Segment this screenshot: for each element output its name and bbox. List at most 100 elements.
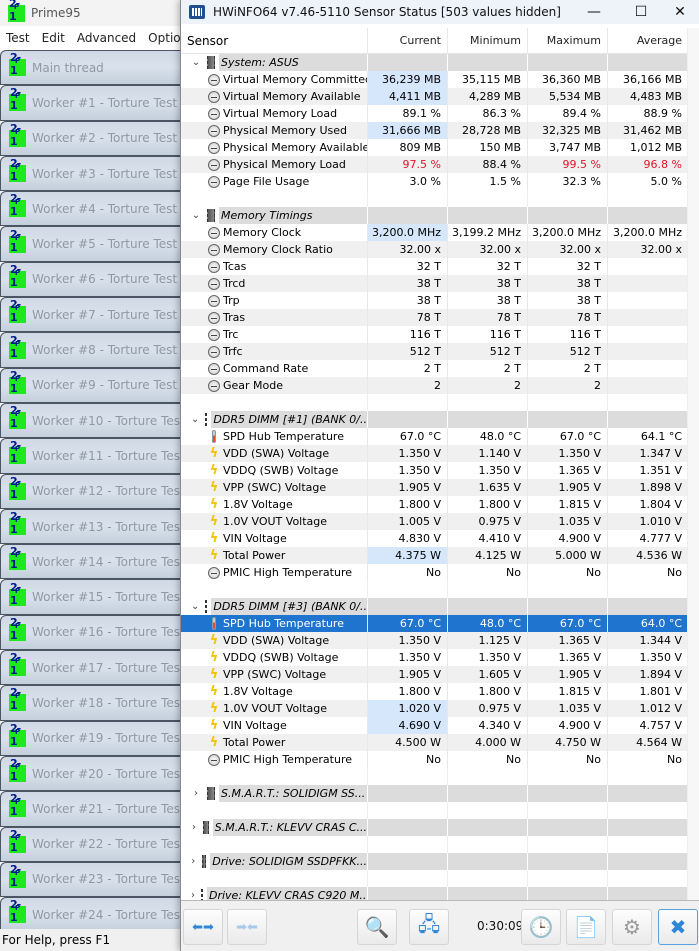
worker-window-20[interactable]: P 2-1 Worker #20 - Torture Test (0, 755, 184, 792)
sensor-row[interactable]: ϟ VIN Voltage 4.830 V 4.410 V 4.900 V 4.777 V (181, 530, 688, 547)
sensor-row[interactable]: Trcd 38 T 38 T 38 T (181, 275, 688, 292)
sensor-row[interactable]: Page File Usage 3.0 % 1.5 % 32.3 % 5.0 % (181, 173, 688, 190)
worker-window-9[interactable]: P 2-1 Worker #9 - Torture Test (0, 367, 184, 403)
sensor-row[interactable]: ϟ VIN Voltage 4.690 V 4.340 V 4.900 V 4.757 V (181, 717, 688, 734)
worker-window-8[interactable]: P 2-1 Worker #8 - Torture Test (0, 332, 184, 368)
sensor-row[interactable]: Trfc 512 T 512 T 512 T (181, 343, 688, 360)
sensor-row[interactable]: Tras 78 T 78 T 78 T (181, 309, 688, 326)
sensor-row[interactable]: ϟ 1.0V VOUT Voltage 1.020 V 0.975 V 1.035 V1… (181, 700, 688, 717)
sensor-row[interactable]: PMIC High Temperature No No No No (181, 751, 688, 768)
sensor-row[interactable]: Memory Clock 3,200.0 MHz 3,199.2 MHz 3,200.… (181, 224, 688, 241)
gauge-icon (208, 226, 220, 239)
sensor-group-header[interactable]: › S.M.A.R.T.: KLEVV CRAS C... (181, 819, 688, 836)
sensor-search-button[interactable]: 🔍 (357, 909, 397, 945)
minimize-button[interactable]: — (574, 0, 614, 24)
worker-window-11[interactable]: P 2-1 Worker #11 - Torture Test (0, 438, 184, 474)
worker-window-17[interactable]: P 2-1 Worker #17 - Torture Test (0, 650, 184, 686)
menu-test[interactable]: Test (0, 31, 36, 45)
chevron-down-icon[interactable]: ⌄ (191, 57, 201, 68)
sensor-row[interactable]: PMIC High Temperature No No No No (181, 564, 688, 581)
settings-button[interactable]: ⚙ (612, 909, 652, 945)
chevron-down-icon[interactable]: ⌄ (191, 601, 199, 612)
chevron-right-icon[interactable]: › (191, 890, 195, 900)
sensor-group-header[interactable]: ⌄ System: ASUS (181, 54, 688, 71)
worker-window-10[interactable]: P 2-1 Worker #10 - Torture Test (0, 402, 184, 439)
elapsed-timer: 0:30:09 (477, 919, 524, 933)
sensor-row[interactable]: ϟ Total Power 4.500 W 4.000 W 4.750 W 4.564 W (181, 734, 688, 751)
close-button[interactable]: ✕ (660, 0, 699, 24)
sensor-row[interactable]: Memory Clock Ratio 32.00 x 32.00 x 32.00 x3… (181, 241, 688, 258)
worker-window-5[interactable]: P 2-1 Worker #5 - Torture Test (0, 226, 184, 262)
sensor-row[interactable]: ϟ 1.8V Voltage 1.800 V 1.800 V 1.815 V 1.804 … (181, 496, 688, 513)
sensor-row[interactable]: Gear Mode 2 2 2 (181, 377, 688, 394)
sensor-group-header[interactable]: › Drive: KLEVV CRAS C920 M... (181, 887, 688, 900)
worker-window-2[interactable]: P 2-1 Worker #2 - Torture Test (0, 120, 184, 156)
column-header-maximum[interactable]: Maximum (527, 28, 607, 53)
sensor-row[interactable]: Virtual Memory Available 4,411 MB 4,289 MB… (181, 88, 688, 105)
sensor-group-header[interactable]: ⌄ DDR5 DIMM [#1] (BANK 0/... (181, 411, 688, 428)
sensor-name: PMIC High Temperature (223, 753, 353, 766)
sensor-group-header[interactable]: › Drive: SOLIDIGM SSDPFKK... (181, 853, 688, 870)
worker-window-6[interactable]: P 2-1 Worker #6 - Torture Test (0, 261, 184, 298)
column-header-sensor[interactable]: Sensor (181, 28, 367, 53)
sensor-row[interactable]: ϟ VPP (SWC) Voltage 1.905 V 1.635 V 1.905 V1… (181, 479, 688, 496)
worker-window-14[interactable]: P 2-1 Worker #14 - Torture Test (0, 544, 184, 580)
worker-window-13[interactable]: P 2-1 Worker #13 - Torture Test (0, 508, 184, 545)
sensor-row[interactable]: Command Rate 2 T2 T2 T (181, 360, 688, 377)
clock-reset-button[interactable]: 🕒 (521, 909, 561, 945)
worker-window-21[interactable]: P 2-1 Worker #21 - Torture Test (0, 791, 184, 827)
chevron-down-icon[interactable]: ⌄ (191, 210, 201, 221)
sensor-row[interactable]: Physical Memory Used 31,666 MB 28,728 MB 32… (181, 122, 688, 139)
sensor-row[interactable]: ϟ VDD (SWA) Voltage 1.350 V 1.125 V 1.365 V1… (181, 632, 688, 649)
worker-window-23[interactable]: P 2-1 Worker #23 - Torture Test (0, 861, 184, 898)
sensor-row[interactable]: Tcas 32 T 32 T 32 T (181, 258, 688, 275)
sensor-row[interactable]: Virtual Memory Load 89.1 % 86.3 % 89.4 % 88.… (181, 105, 688, 122)
worker-window-7[interactable]: P 2-1 Worker #7 - Torture Test (0, 297, 184, 333)
sensor-group-header[interactable]: ⌄ DDR5 DIMM [#3] (BANK 0/... (181, 598, 688, 615)
worker-window-22[interactable]: P 2-1 Worker #22 - Torture Test (0, 826, 184, 862)
worker-window-16[interactable]: P 2-1 Worker #16 - Torture Test (0, 614, 184, 651)
sensor-row[interactable]: ϟ 1.8V Voltage 1.800 V 1.800 V 1.815 V 1.801 … (181, 683, 688, 700)
worker-window-12[interactable]: P 2-1 Worker #12 - Torture Test (0, 473, 184, 509)
vertical-scrollbar[interactable] (687, 28, 699, 900)
worker-window-main-thread[interactable]: P 2-1 Main thread (0, 50, 184, 86)
worker-window-1[interactable]: P 2-1 Worker #1 - Torture Test (0, 85, 184, 121)
column-header-average[interactable]: Average (607, 28, 688, 53)
sensor-row[interactable]: Physical Memory Available 809 MB 150 MB 3,7… (181, 139, 688, 156)
worker-window-15[interactable]: P 2-1 Worker #15 - Torture Test (0, 579, 184, 615)
worker-window-18[interactable]: P 2-1 Worker #18 - Torture Test (0, 685, 184, 721)
sensor-row[interactable]: Virtual Memory Committed 36,239 MB 35,115 … (181, 71, 688, 88)
value-maximum: 38 T (527, 292, 607, 309)
worker-window-19[interactable]: P 2-1 Worker #19 - Torture Test (0, 720, 184, 756)
sensor-row[interactable]: SPD Hub Temperature 67.0 °C 48.0 °C 67.0 °C… (181, 615, 688, 632)
menu-edit[interactable]: Edit (36, 31, 71, 45)
column-header-current[interactable]: Current (367, 28, 447, 53)
log-file-button[interactable]: 📄 (566, 909, 606, 945)
close-sensors-button[interactable]: ✖ (658, 909, 698, 945)
sensor-row[interactable]: ϟ VDDQ (SWB) Voltage 1.350 V 1.350 V 1.365 V… (181, 649, 688, 666)
sensor-row[interactable]: SPD Hub Temperature 67.0 °C 48.0 °C 67.0 °C… (181, 428, 688, 445)
worker-window-4[interactable]: P 2-1 Worker #4 - Torture Test (0, 191, 184, 227)
menu-advanced[interactable]: Advanced (71, 31, 142, 45)
chevron-right-icon[interactable]: › (191, 856, 196, 867)
sensor-group-header[interactable]: ⌄ Memory Timings (181, 207, 688, 224)
maximize-button[interactable]: ☐ (621, 0, 661, 24)
network-button[interactable]: 🖧 (409, 909, 449, 945)
sensor-row[interactable]: ϟ Total Power 4.375 W 4.125 W 5.000 W 4.536 W (181, 547, 688, 564)
sensor-group-header[interactable]: › S.M.A.R.T.: SOLIDIGM SS... (181, 785, 688, 802)
sensor-row[interactable]: Trp 38 T 38 T 38 T (181, 292, 688, 309)
worker-window-3[interactable]: P 2-1 Worker #3 - Torture Test (0, 155, 184, 192)
chevron-right-icon[interactable]: › (191, 822, 197, 833)
sensor-row[interactable]: ϟ VDDQ (SWB) Voltage 1.350 V 1.350 V 1.365 V… (181, 462, 688, 479)
sensor-row[interactable]: Trc 116 T 116 T 116 T (181, 326, 688, 343)
chevron-down-icon[interactable]: ⌄ (191, 414, 199, 425)
sensor-row[interactable]: ϟ VPP (SWC) Voltage 1.905 V 1.605 V 1.905 V1… (181, 666, 688, 683)
column-header-minimum[interactable]: Minimum (447, 28, 527, 53)
sensor-row[interactable]: Physical Memory Load 97.5 % 88.4 % 99.5 % 96… (181, 156, 688, 173)
expand-arrows-button[interactable]: ⬅➡ (183, 909, 223, 945)
sensor-row[interactable]: ϟ 1.0V VOUT Voltage 1.005 V 0.975 V 1.035 V1… (181, 513, 688, 530)
chevron-right-icon[interactable]: › (191, 788, 201, 799)
worker-window-24[interactable]: P 2-1 Worker #24 - Torture Test (0, 897, 184, 933)
sensor-row[interactable]: ϟ VDD (SWA) Voltage 1.350 V 1.140 V 1.350 V1… (181, 445, 688, 462)
collapse-arrows-button[interactable]: ➡⬅ (227, 909, 267, 945)
